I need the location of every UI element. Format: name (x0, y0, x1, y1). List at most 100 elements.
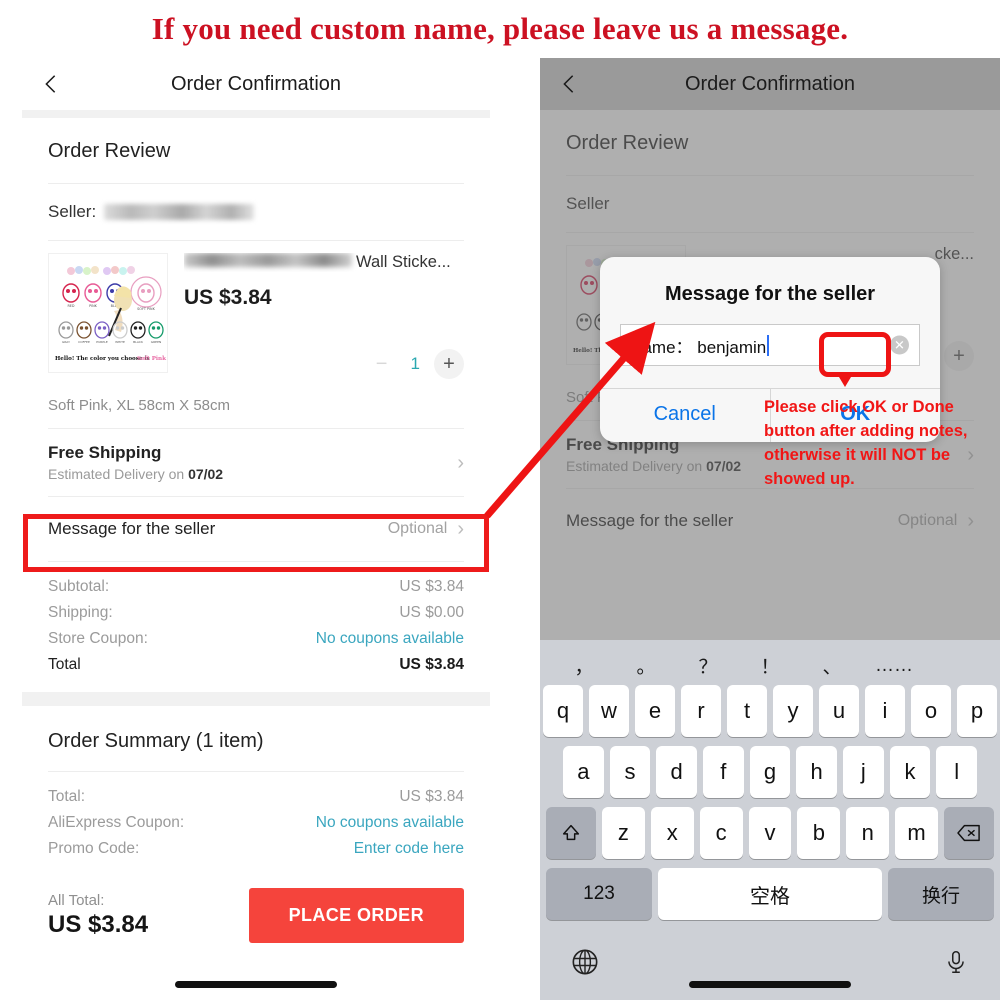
product-price: US $3.84 (184, 286, 272, 309)
key-s[interactable]: s (609, 746, 651, 799)
all-total-block: All Total: US $3.84 (48, 892, 148, 939)
shipping-title: Free Shipping (48, 443, 162, 462)
backspace-icon[interactable] (944, 807, 995, 860)
product-row[interactable]: RED PINK BLUE SOFT PINK GRAY COFFEE PURP… (22, 241, 490, 381)
keyboard-row-2: a s d f g h j k l (543, 746, 997, 799)
key-punct[interactable]: …… (863, 655, 925, 677)
key-m[interactable]: m (895, 807, 939, 860)
seller-row: Seller: (22, 184, 490, 240)
key-f[interactable]: f (703, 746, 744, 799)
ios-keyboard: ， 。 ？ ！ 、 …… q w e r t y u i o p a s d f… (540, 640, 1000, 1000)
svg-text:GREEN: GREEN (151, 340, 161, 344)
globe-icon[interactable] (571, 948, 599, 981)
return-key[interactable]: 换行 (888, 868, 994, 921)
price-row[interactable]: Store Coupon: No coupons available (48, 626, 464, 652)
price-value-link[interactable]: No coupons available (316, 630, 464, 648)
place-order-button[interactable]: PLACE ORDER (248, 888, 464, 943)
summary-value-link[interactable]: No coupons available (316, 814, 464, 832)
microphone-icon[interactable] (943, 949, 969, 980)
cancel-button[interactable]: Cancel (600, 389, 770, 442)
key-h[interactable]: h (796, 746, 838, 799)
quantity-minus-button[interactable]: − (367, 349, 397, 379)
product-thumbnail[interactable]: RED PINK BLUE SOFT PINK GRAY COFFEE PURP… (48, 253, 168, 373)
svg-text:Hello! The color you choose is: Hello! The color you choose is (55, 356, 150, 362)
key-e[interactable]: e (635, 685, 675, 738)
shift-up-icon[interactable] (546, 807, 596, 860)
key-c[interactable]: c (699, 807, 743, 860)
key-v[interactable]: v (748, 807, 792, 860)
keyboard-bottom-bar (543, 929, 997, 1000)
summary-label: Promo Code: (48, 840, 140, 857)
keyboard-punctuation-row: ， 。 ？ ！ 、 …… (543, 646, 997, 685)
svg-text:RED: RED (67, 304, 74, 308)
key-punct[interactable]: ？ (677, 652, 739, 679)
product-variant: Soft Pink, XL 58cm X 58cm (48, 397, 231, 414)
key-punct[interactable]: 、 (801, 652, 863, 679)
key-z[interactable]: z (602, 807, 645, 860)
screenshot-root: If you need custom name, please leave us… (0, 0, 1000, 1000)
message-input-value: name： benjamin (633, 337, 767, 357)
svg-text:PINK: PINK (89, 304, 98, 308)
shipping-subtitle: Estimated Delivery on 07/02 (566, 458, 741, 474)
chevron-left-icon[interactable] (558, 73, 580, 95)
summary-row[interactable]: Promo Code: Enter code here (48, 836, 464, 862)
key-k[interactable]: k (889, 746, 931, 799)
ok-button-callout (819, 332, 891, 387)
summary-value-link[interactable]: Enter code here (354, 840, 464, 858)
quantity-value: 1 (410, 354, 420, 373)
key-punct[interactable]: 。 (615, 652, 677, 679)
svg-text:PURPLE: PURPLE (96, 340, 108, 344)
keyboard-row-4: 123 空格 换行 (543, 868, 997, 921)
key-punct[interactable]: ， (553, 652, 615, 679)
checkout-footer: All Total: US $3.84 PLACE ORDER (22, 880, 490, 1000)
key-g[interactable]: g (749, 746, 791, 799)
key-a[interactable]: a (562, 746, 604, 799)
page-title: Order Confirmation (170, 72, 342, 95)
keyboard-row-1: q w e r t y u i o p (543, 685, 997, 738)
order-review-heading: Order Review (566, 132, 689, 154)
order-summary-heading: Order Summary (1 item) (48, 730, 264, 752)
key-t[interactable]: t (727, 685, 767, 738)
key-q[interactable]: q (543, 685, 583, 738)
message-for-seller-row[interactable]: Message for the seller Optional › (540, 489, 1000, 553)
quantity-stepper[interactable]: − 1 + (367, 349, 464, 379)
key-r[interactable]: r (681, 685, 721, 738)
key-x[interactable]: x (650, 807, 694, 860)
space-key[interactable]: 空格 (658, 868, 882, 921)
svg-text:BLACK: BLACK (133, 340, 144, 344)
svg-text:COFFEE: COFFEE (78, 340, 90, 344)
key-n[interactable]: n (846, 807, 890, 860)
order-summary-list: Total: US $3.84 AliExpress Coupon: No co… (22, 772, 490, 876)
price-row: Subtotal: US $3.84 (48, 574, 464, 600)
home-indicator (175, 981, 337, 988)
key-p[interactable]: p (957, 685, 997, 738)
summary-row[interactable]: AliExpress Coupon: No coupons available (48, 810, 464, 836)
key-b[interactable]: b (797, 807, 841, 860)
quantity-plus-button[interactable]: + (434, 349, 464, 379)
key-l[interactable]: l (936, 746, 978, 799)
numeric-key[interactable]: 123 (546, 868, 652, 921)
shipping-subtitle-prefix: Estimated Delivery on (566, 458, 707, 474)
key-o[interactable]: o (911, 685, 951, 738)
key-u[interactable]: u (819, 685, 859, 738)
quantity-plus-button[interactable]: + (944, 341, 974, 371)
key-punct[interactable]: ！ (739, 652, 801, 679)
clear-circle-icon[interactable]: ✕ (890, 335, 909, 355)
price-row-total: Total US $3.84 (48, 652, 464, 678)
product-title-visible: Wall Sticke... (356, 253, 451, 271)
color-chart-image: RED PINK BLUESOFT PINK GRAY COFFEE PURPL… (49, 254, 167, 372)
price-label: Store Coupon: (48, 630, 148, 647)
chevron-left-icon[interactable] (40, 73, 62, 95)
shipping-subtitle: Estimated Delivery on 07/02 (48, 466, 223, 482)
text-caret (767, 334, 770, 356)
key-w[interactable]: w (589, 685, 629, 738)
message-row-label: Message for the seller (566, 511, 734, 530)
key-y[interactable]: y (773, 685, 813, 738)
price-breakdown-list: Subtotal: US $3.84 Shipping: US $0.00 St… (22, 562, 490, 692)
right-phone-screen: Order Confirmation Order Review Seller H… (540, 58, 1000, 1000)
key-i[interactable]: i (865, 685, 905, 738)
shipping-row[interactable]: Free Shipping Estimated Delivery on 07/0… (22, 429, 490, 496)
key-d[interactable]: d (656, 746, 697, 799)
key-j[interactable]: j (843, 746, 884, 799)
svg-text:SOFT PINK: SOFT PINK (137, 307, 155, 311)
